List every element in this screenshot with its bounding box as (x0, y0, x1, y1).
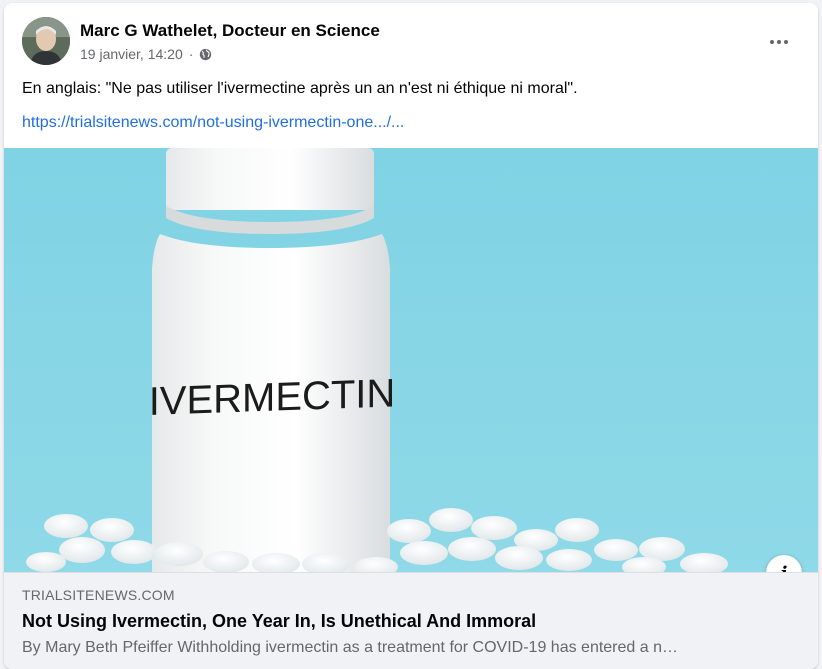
post-header: Marc G Wathelet, Docteur en Science 19 j… (4, 3, 818, 65)
more-dot (770, 40, 774, 44)
bottle-cap (166, 148, 374, 210)
author-avatar[interactable] (22, 17, 70, 65)
globe-icon[interactable] (199, 48, 212, 61)
more-options-icon[interactable] (764, 29, 794, 55)
link-preview-description: By Mary Beth Pfeiffer Withholding iverme… (22, 639, 678, 656)
link-preview[interactable]: TRIALSITENEWS.COM Not Using Ivermectin, … (4, 572, 818, 669)
ivermectin-bottle-photo: IVERMECTIN (4, 148, 818, 572)
post-link[interactable]: https://trialsitenews.com/not-using-iver… (22, 114, 404, 132)
post-card: Marc G Wathelet, Docteur en Science 19 j… (4, 3, 818, 669)
post-timestamp[interactable]: 19 janvier, 14:20 (80, 46, 183, 62)
author-name[interactable]: Marc G Wathelet, Docteur en Science (80, 21, 380, 41)
avatar-photo (22, 17, 70, 65)
bottle-label: IVERMECTIN (149, 371, 396, 424)
link-preview-domain: TRIALSITENEWS.COM (22, 587, 175, 603)
post-meta: 19 janvier, 14:20 · (80, 46, 212, 62)
more-dot (784, 40, 788, 44)
link-preview-title[interactable]: Not Using Ivermectin, One Year In, Is Un… (22, 611, 536, 632)
more-dot (777, 40, 781, 44)
meta-separator: · (188, 46, 194, 62)
link-preview-image[interactable]: IVERMECTIN (4, 148, 818, 572)
post-text: En anglais: "Ne pas utiliser l'ivermecti… (22, 80, 578, 97)
